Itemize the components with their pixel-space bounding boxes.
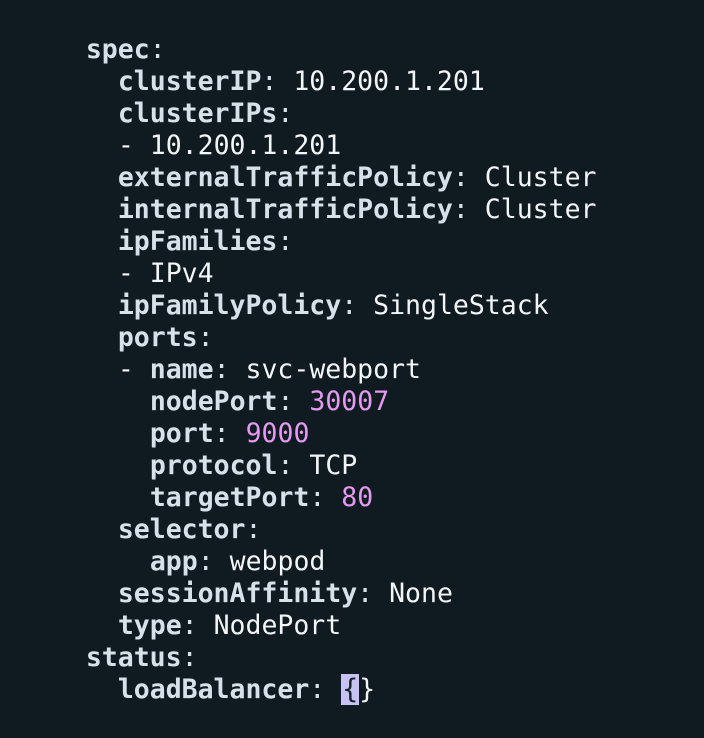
colon: : xyxy=(213,418,246,449)
yaml-value-targetport: 80 xyxy=(341,482,374,513)
yaml-key-nodeport: nodePort xyxy=(149,386,278,417)
yaml-key-port: port xyxy=(149,418,214,449)
colon: : xyxy=(277,98,294,129)
yaml-editor[interactable]: spec: clusterIP: 10.200.1.201 clusterIPs… xyxy=(0,0,704,705)
yaml-key-type: type xyxy=(117,610,182,641)
yaml-key-clusterips: clusterIPs xyxy=(117,98,278,129)
list-dash: - xyxy=(117,258,150,289)
yaml-key-status: status xyxy=(85,642,182,673)
text-cursor[interactable]: { xyxy=(341,674,360,705)
yaml-value-protocol: TCP xyxy=(309,450,358,481)
yaml-value-nodeport: 30007 xyxy=(309,386,390,417)
colon: : xyxy=(452,162,485,193)
yaml-key-ipfamilies: ipFamilies xyxy=(117,226,278,257)
colon: : xyxy=(309,674,342,705)
colon: : xyxy=(213,354,246,385)
yaml-value-port-name: svc-webport xyxy=(245,354,422,385)
yaml-key-sessionaffinity: sessionAffinity xyxy=(117,578,358,609)
yaml-key-app: app xyxy=(149,546,198,577)
yaml-value-sessionaffinity: None xyxy=(389,578,453,609)
colon: : xyxy=(261,66,294,97)
colon: : xyxy=(277,226,294,257)
yaml-key-loadbalancer: loadBalancer xyxy=(117,674,310,705)
colon: : xyxy=(197,546,230,577)
colon: : xyxy=(357,578,390,609)
list-dash: - xyxy=(117,130,150,161)
yaml-key-internaltrafficpolicy: internalTrafficPolicy xyxy=(117,194,453,225)
colon: : xyxy=(181,610,214,641)
yaml-value-app: webpod xyxy=(229,546,326,577)
close-brace: } xyxy=(359,674,376,705)
yaml-value-clusterips-item: 10.200.1.201 xyxy=(149,130,342,161)
yaml-value-port: 9000 xyxy=(245,418,310,449)
open-brace: { xyxy=(342,674,359,705)
yaml-key-targetport: targetPort xyxy=(149,482,310,513)
yaml-key-externaltrafficpolicy: externalTrafficPolicy xyxy=(117,162,453,193)
colon: : xyxy=(341,290,374,321)
yaml-line-spec: spec: xyxy=(0,2,704,65)
yaml-key-port-name: name xyxy=(149,354,214,385)
list-dash: - xyxy=(117,354,150,385)
colon: : xyxy=(197,322,214,353)
colon: : xyxy=(309,482,342,513)
yaml-value-ipfamilies-item: IPv4 xyxy=(149,258,214,289)
yaml-key-protocol: protocol xyxy=(149,450,278,481)
colon: : xyxy=(181,642,198,673)
yaml-value-ipfamilypolicy: SingleStack xyxy=(373,290,549,321)
colon: : xyxy=(149,34,166,65)
yaml-key-selector: selector xyxy=(117,514,246,545)
yaml-value-internaltrafficpolicy: Cluster xyxy=(484,194,597,225)
yaml-value-type: NodePort xyxy=(213,610,342,641)
yaml-value-clusterip: 10.200.1.201 xyxy=(293,66,485,97)
colon: : xyxy=(277,386,310,417)
colon: : xyxy=(245,514,262,545)
yaml-key-ipfamilypolicy: ipFamilyPolicy xyxy=(117,290,342,321)
colon: : xyxy=(452,194,485,225)
yaml-key-ports: ports xyxy=(117,322,198,353)
yaml-key-clusterip: clusterIP xyxy=(117,66,262,97)
yaml-key-spec: spec xyxy=(85,34,150,65)
colon: : xyxy=(277,450,310,481)
yaml-value-externaltrafficpolicy: Cluster xyxy=(484,162,597,193)
